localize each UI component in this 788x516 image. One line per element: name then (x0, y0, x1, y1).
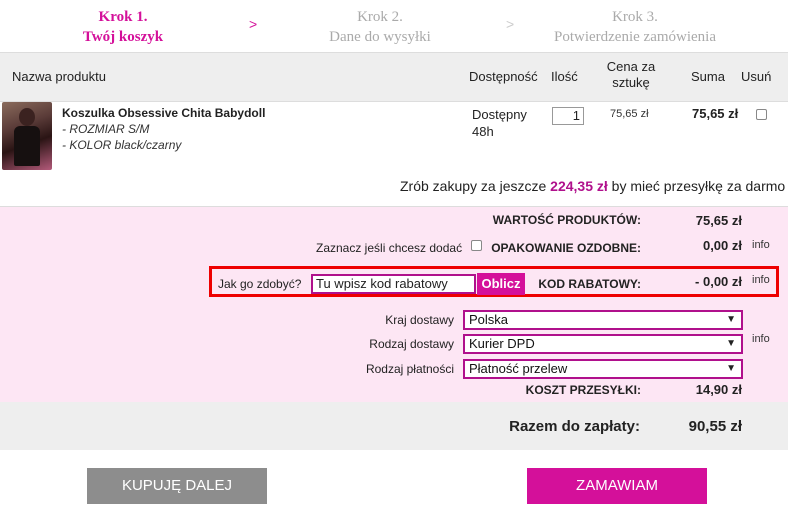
free-shipping-after: by mieć przesyłkę za darmo (607, 178, 786, 194)
step-confirmation-number: Krok 3. (612, 9, 658, 25)
continue-shopping-button[interactable]: KUPUJĘ DALEJ (87, 468, 267, 504)
chevron-down-icon: ▼ (726, 363, 736, 374)
product-thumbnail[interactable] (2, 102, 52, 170)
product-name[interactable]: Koszulka Obsessive Chita Babydoll (62, 106, 265, 120)
total-label: Razem do zapłaty: (509, 418, 640, 435)
products-value: 75,65 zł (695, 213, 742, 228)
delivery-select-value: Kurier DPD (469, 336, 535, 351)
checkout-steps: Krok 1. Twój koszyk > Krok 2. Dane do wy… (0, 0, 788, 52)
chevron-down-icon: ▼ (726, 314, 736, 325)
shipping-cost-label: KOSZT PRZESYŁKI: (525, 383, 641, 397)
coupon-label: KOD RABATOWY: (538, 277, 641, 291)
step-arrow-icon: > (506, 16, 515, 32)
free-shipping-message: Zrób zakupy za jeszcze 224,35 zł by mieć… (400, 178, 785, 194)
header-sum: Suma (691, 69, 725, 84)
shipping-cost-value: 14,90 zł (695, 382, 742, 397)
step-confirmation: Krok 3. Potwierdzenie zamówienia (520, 7, 750, 47)
payment-select[interactable]: Płatność przelew ▼ (463, 359, 743, 379)
step-shipping-title: Dane do wysyłki (329, 29, 431, 45)
country-select-value: Polska (469, 312, 509, 327)
header-product-name: Nazwa produktu (12, 69, 106, 84)
payment-label: Rodzaj płatności (365, 362, 454, 376)
header-availability: Dostępność (469, 69, 538, 84)
step-confirmation-title: Potwierdzenie zamówienia (553, 29, 717, 45)
delivery-label: Rodzaj dostawy (369, 337, 454, 351)
chevron-down-icon: ▼ (726, 338, 736, 349)
total-value: 90,55 zł (688, 418, 742, 435)
remove-checkbox[interactable] (756, 109, 767, 120)
product-sum: 75,65 zł (692, 106, 739, 121)
delivery-select[interactable]: Kurier DPD ▼ (463, 334, 743, 354)
place-order-button[interactable]: ZAMAWIAM (527, 468, 707, 504)
step-shipping: Krok 2. Dane do wysyłki (300, 7, 460, 47)
header-quantity: Ilość (551, 69, 578, 84)
product-unit-price: 75,65 zł (610, 108, 649, 120)
product-option-size: - ROZMIAR S/M (62, 122, 150, 136)
free-shipping-before: Zrób zakupy za jeszcze (400, 178, 551, 194)
country-label: Kraj dostawy (385, 313, 454, 327)
products-value-label: WARTOŚĆ PRODUKTÓW: (492, 213, 641, 227)
gift-wrap-label: OPAKOWANIE OZDOBNE: (491, 241, 641, 255)
step-cart[interactable]: Krok 1. Twój koszyk (58, 7, 188, 47)
gift-wrap-checkbox[interactable] (471, 240, 482, 251)
payment-select-value: Płatność przelew (469, 361, 568, 376)
free-shipping-amount: 224,35 zł (550, 178, 608, 194)
product-option-color: - KOLOR black/czarny (62, 138, 182, 152)
step-cart-number: Krok 1. (98, 9, 148, 25)
header-unit-price: Cena za sztukę (606, 59, 656, 90)
gift-wrap-info-link[interactable]: info (752, 239, 770, 251)
delivery-info-link[interactable]: info (752, 333, 770, 345)
gift-wrap-prompt: Zaznacz jeśli chcesz dodać (316, 241, 463, 255)
product-availability: Dostępny 48h (472, 107, 527, 139)
header-remove: Usuń (741, 69, 772, 84)
country-select[interactable]: Polska ▼ (463, 310, 743, 330)
coupon-value: - 0,00 zł (695, 274, 742, 289)
cart-table-header: Nazwa produktu Dostępność Ilość Cena za … (0, 52, 788, 102)
quantity-input[interactable]: 1 (552, 107, 584, 125)
coupon-info-link[interactable]: info (752, 274, 770, 286)
calculate-coupon-button[interactable]: Oblicz (477, 273, 525, 295)
step-shipping-number: Krok 2. (357, 9, 403, 25)
step-arrow-icon: > (249, 16, 258, 32)
coupon-question-link[interactable]: Jak go zdobyć? (218, 277, 301, 291)
step-cart-title: Twój koszyk (82, 29, 164, 45)
coupon-code-input[interactable]: Tu wpisz kod rabatowy (311, 274, 476, 294)
gift-wrap-value: 0,00 zł (702, 238, 742, 253)
